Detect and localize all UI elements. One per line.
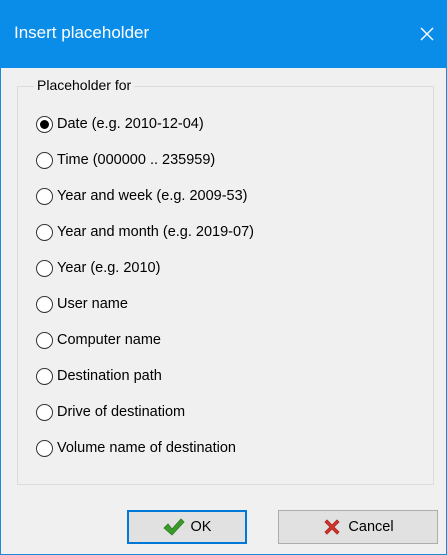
radio-button[interactable]: [36, 439, 53, 457]
cancel-label: Cancel: [348, 519, 394, 535]
radio-button[interactable]: [36, 259, 53, 277]
option-volume-name[interactable]: Volume name of destination: [36, 430, 416, 466]
close-icon: [420, 27, 434, 41]
radio-button[interactable]: [36, 403, 53, 421]
option-drive-of-destination[interactable]: Drive of destinatiom: [36, 394, 416, 430]
radio-button[interactable]: [36, 115, 53, 133]
option-label: Computer name: [57, 332, 161, 348]
title-bar[interactable]: Insert placeholder: [0, 0, 447, 68]
dialog-window: Insert placeholder Placeholder for Date …: [0, 0, 447, 555]
option-year-and-month[interactable]: Year and month (e.g. 2019-07): [36, 214, 416, 250]
option-label: Year and week (e.g. 2009-53): [57, 188, 248, 204]
radio-button[interactable]: [36, 223, 53, 241]
radio-button[interactable]: [36, 295, 53, 313]
check-icon: [162, 517, 185, 537]
radio-button[interactable]: [36, 367, 53, 385]
cancel-button[interactable]: Cancel: [278, 510, 438, 544]
radio-button[interactable]: [36, 187, 53, 205]
ok-button[interactable]: OK: [127, 510, 247, 544]
option-date[interactable]: Date (e.g. 2010-12-04): [36, 106, 416, 142]
cross-icon: [322, 517, 342, 537]
option-year[interactable]: Year (e.g. 2010): [36, 250, 416, 286]
dialog-title: Insert placeholder: [14, 23, 150, 42]
option-year-and-week[interactable]: Year and week (e.g. 2009-53): [36, 178, 416, 214]
option-label: Volume name of destination: [57, 440, 236, 456]
close-button[interactable]: [407, 14, 447, 54]
radio-button[interactable]: [36, 331, 53, 349]
ok-label: OK: [190, 519, 212, 535]
option-user-name[interactable]: User name: [36, 286, 416, 322]
radio-button[interactable]: [36, 151, 53, 169]
option-label: Date (e.g. 2010-12-04): [57, 116, 204, 132]
option-label: Year (e.g. 2010): [57, 260, 161, 276]
option-time[interactable]: Time (000000 .. 235959): [36, 142, 416, 178]
option-label: Destination path: [57, 368, 162, 384]
option-label: Year and month (e.g. 2019-07): [57, 224, 254, 240]
option-label: Drive of destinatiom: [57, 404, 186, 420]
option-label: User name: [57, 296, 128, 312]
option-destination-path[interactable]: Destination path: [36, 358, 416, 394]
option-computer-name[interactable]: Computer name: [36, 322, 416, 358]
placeholder-options: Date (e.g. 2010-12-04) Time (000000 .. 2…: [36, 106, 416, 466]
group-label: Placeholder for: [34, 76, 135, 94]
option-label: Time (000000 .. 235959): [57, 152, 216, 168]
